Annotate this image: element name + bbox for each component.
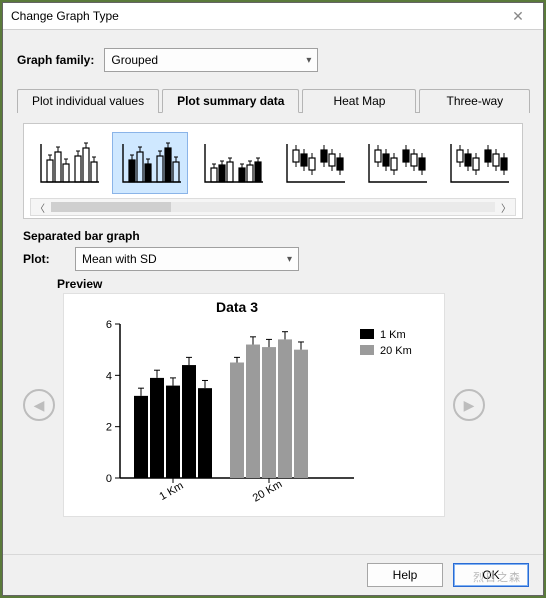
- graphtype-thumb[interactable]: [276, 132, 352, 194]
- svg-text:1 Km: 1 Km: [157, 480, 185, 503]
- thumb-scrollbar[interactable]: 〈 〉: [30, 198, 516, 216]
- graphtype-thumb[interactable]: [440, 132, 516, 194]
- tab-plot-individual[interactable]: Plot individual values: [17, 89, 159, 113]
- graph-family-select[interactable]: Grouped ▾: [104, 48, 318, 72]
- tab-pane: 〈 〉 Separated bar graph Plot: Mean with …: [17, 113, 529, 523]
- dialog-window: Change Graph Type ✕ Graph family: Groupe…: [2, 2, 544, 596]
- plot-row: Plot: Mean with SD ▾: [23, 247, 523, 271]
- preview-next-button[interactable]: ▶: [453, 389, 485, 421]
- graphtype-thumb[interactable]: [112, 132, 188, 194]
- graphtype-thumb[interactable]: [194, 132, 270, 194]
- chevron-down-icon: ▾: [287, 254, 292, 265]
- svg-text:2: 2: [106, 422, 112, 434]
- svg-text:20 Km: 20 Km: [251, 478, 285, 504]
- preview-prev-button[interactable]: ◀: [23, 389, 55, 421]
- svg-text:1 Km: 1 Km: [380, 329, 406, 341]
- plot-value: Mean with SD: [82, 252, 157, 266]
- svg-text:4: 4: [106, 370, 112, 382]
- ok-button[interactable]: OK: [453, 563, 529, 587]
- svg-text:0: 0: [106, 473, 112, 485]
- dialog-footer: Help OK: [3, 554, 543, 595]
- close-icon[interactable]: ✕: [501, 6, 535, 26]
- tabs: Plot individual values Plot summary data…: [17, 88, 529, 113]
- plot-select[interactable]: Mean with SD ▾: [75, 247, 299, 271]
- window-title: Change Graph Type: [11, 3, 119, 29]
- tab-three-way[interactable]: Three-way: [419, 89, 530, 113]
- scroll-right-icon[interactable]: 〉: [501, 200, 511, 215]
- graphtype-thumb[interactable]: [30, 132, 106, 194]
- preview-area: ◀ Data 3 0 2 4 6 1 Km 20 Km 1 Km 20 Km ▶: [23, 293, 523, 517]
- graph-family-label: Graph family:: [17, 53, 94, 67]
- scroll-handle[interactable]: [51, 202, 171, 212]
- tab-plot-summary[interactable]: Plot summary data: [162, 89, 299, 113]
- plot-label: Plot:: [23, 252, 65, 266]
- graph-family-row: Graph family: Grouped ▾: [17, 48, 529, 72]
- tab-heat-map[interactable]: Heat Map: [302, 89, 416, 113]
- chevron-down-icon: ▾: [306, 55, 311, 66]
- svg-text:6: 6: [106, 319, 112, 331]
- graphtype-title: Separated bar graph: [23, 229, 523, 243]
- preview-label: Preview: [57, 277, 523, 291]
- help-button[interactable]: Help: [367, 563, 443, 587]
- preview-chart: Data 3 0 2 4 6 1 Km 20 Km 1 Km 20 Km: [63, 293, 445, 517]
- titlebar: Change Graph Type ✕: [3, 3, 543, 30]
- thumbnail-strip: 〈 〉: [23, 123, 523, 219]
- graph-family-value: Grouped: [111, 53, 158, 67]
- svg-text:20 Km: 20 Km: [380, 345, 412, 357]
- graphtype-thumb[interactable]: [358, 132, 434, 194]
- svg-text:Data 3: Data 3: [216, 299, 258, 315]
- scroll-track[interactable]: [51, 202, 495, 212]
- scroll-left-icon[interactable]: 〈: [35, 200, 45, 215]
